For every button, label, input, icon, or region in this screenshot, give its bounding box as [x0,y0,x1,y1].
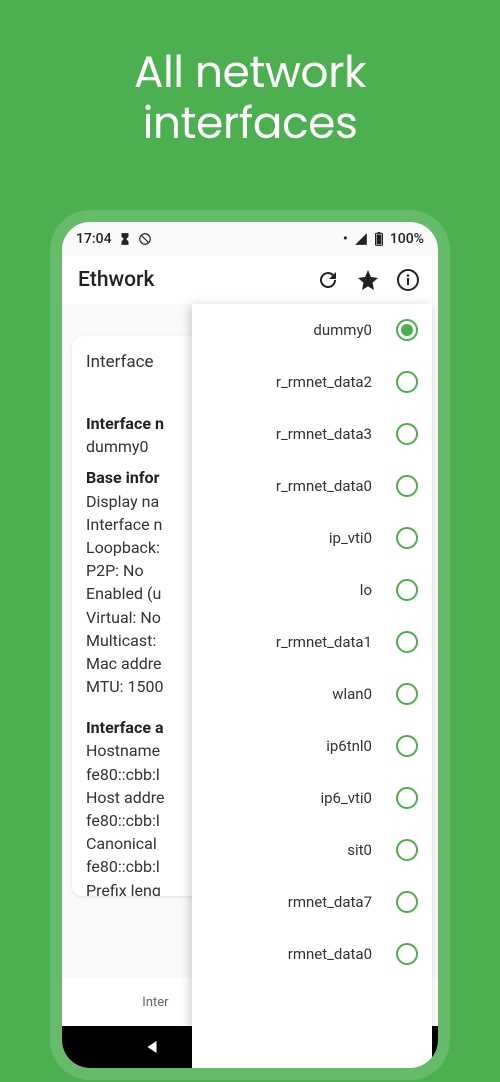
dropdown-option-label: rmnet_data0 [206,945,386,963]
radio-icon[interactable] [396,839,418,861]
app-bar: Ethwork [62,256,438,304]
battery-pct: 100% [390,231,424,247]
dropdown-option[interactable]: r_rmnet_data2 [192,356,432,408]
interface-dropdown-menu[interactable]: dummy0 r_rmnet_data2 r_rmnet_data3 r_rmnet_… [192,304,432,1068]
status-time: 17:04 [76,231,112,247]
dropdown-option-label: r_rmnet_data2 [206,373,386,391]
dropdown-option[interactable]: sit0 [192,824,432,876]
dropdown-option[interactable]: ip6tnl0 [192,720,432,772]
dropdown-option[interactable]: lo [192,564,432,616]
dropdown-option[interactable]: ip6_vti0 [192,772,432,824]
dropdown-option-label: lo [206,581,386,599]
radio-selected-icon[interactable] [396,319,418,341]
phone-frame: 17:04 • 100% Ethwork [50,210,450,1080]
dropdown-option[interactable]: dummy0 [192,304,432,356]
dropdown-option[interactable]: rmnet_data0 [192,928,432,980]
status-bar: 17:04 • 100% [62,222,438,256]
nav-back-icon[interactable] [143,1038,161,1056]
signal-icon [354,232,368,246]
tab-left[interactable]: Inter [142,995,168,1010]
radio-icon[interactable] [396,943,418,965]
dropdown-option-label: r_rmnet_data3 [206,425,386,443]
radio-icon[interactable] [396,423,418,445]
dropdown-option[interactable]: wlan0 [192,668,432,720]
dropdown-option[interactable]: rmnet_data7 [192,876,432,928]
radio-icon[interactable] [396,371,418,393]
star-button[interactable] [354,266,382,294]
promo-title: All network interfaces [0,0,500,149]
dropdown-option-label: dummy0 [206,321,386,339]
dropdown-option[interactable]: r_rmnet_data0 [192,460,432,512]
radio-icon[interactable] [396,891,418,913]
radio-icon[interactable] [396,735,418,757]
dropdown-option-label: rmnet_data7 [206,893,386,911]
dropdown-option-label: ip6tnl0 [206,737,386,755]
radio-icon[interactable] [396,527,418,549]
radio-icon[interactable] [396,475,418,497]
dropdown-option-label: wlan0 [206,685,386,703]
dropdown-option-label: ip6_vti0 [206,789,386,807]
hourglass-icon [118,232,132,246]
radio-icon[interactable] [396,579,418,601]
phone-screen: 17:04 • 100% Ethwork [62,222,438,1068]
status-dot: • [343,231,348,247]
dropdown-option[interactable]: r_rmnet_data1 [192,616,432,668]
radio-icon[interactable] [396,631,418,653]
dropdown-option-label: ip_vti0 [206,529,386,547]
radio-icon[interactable] [396,787,418,809]
battery-icon [374,232,384,246]
dropdown-option[interactable]: r_rmnet_data3 [192,408,432,460]
info-button[interactable] [394,266,422,294]
refresh-button[interactable] [314,266,342,294]
dropdown-option-label: r_rmnet_data0 [206,477,386,495]
radio-icon[interactable] [396,683,418,705]
dropdown-option-label: sit0 [206,841,386,859]
no-sign-icon [138,232,152,246]
app-title: Ethwork [78,268,302,292]
dropdown-option-label: r_rmnet_data1 [206,633,386,651]
dropdown-option[interactable]: ip_vti0 [192,512,432,564]
